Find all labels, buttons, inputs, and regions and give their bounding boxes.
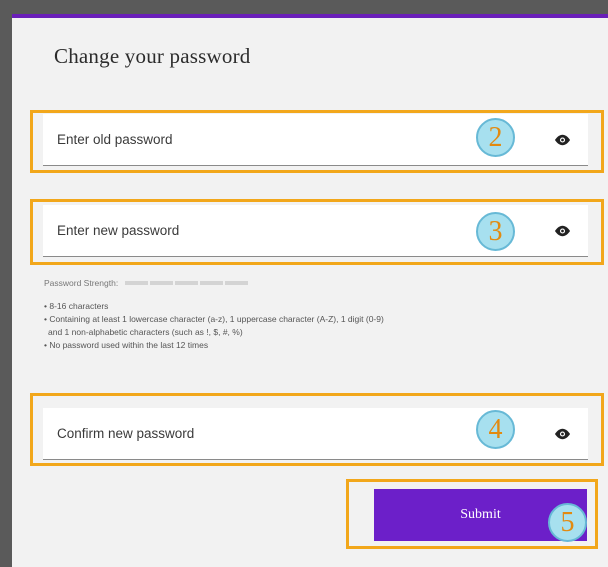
top-accent-bar [12, 14, 608, 18]
eye-icon[interactable] [553, 134, 572, 146]
password-strength-label: Password Strength: [44, 278, 119, 288]
strength-bar [225, 281, 249, 285]
strength-bars [125, 281, 249, 285]
page-title: Change your password [54, 44, 251, 68]
password-strength-meter: Password Strength: [44, 278, 249, 288]
step-badge-2: 2 [476, 118, 515, 157]
rule-history: • No password used within the last 12 ti… [44, 340, 209, 350]
step-badge-5: 5 [548, 503, 587, 542]
rule-characters-continued: and 1 non-alphabetic characters (such as… [48, 327, 243, 337]
eye-icon[interactable] [553, 225, 572, 237]
new-password-placeholder: Enter new password [57, 223, 180, 238]
step-badge-3: 3 [476, 212, 515, 251]
strength-bar [125, 281, 149, 285]
strength-bar [200, 281, 224, 285]
eye-icon[interactable] [553, 428, 572, 440]
rule-length: • 8-16 characters [44, 301, 109, 311]
password-rules: • 8-16 characters • Containing at least … [44, 300, 384, 352]
strength-bar [150, 281, 174, 285]
strength-bar [175, 281, 199, 285]
rule-characters: • Containing at least 1 lowercase charac… [44, 314, 384, 324]
change-password-card [12, 14, 608, 567]
confirm-password-placeholder: Confirm new password [57, 426, 195, 441]
old-password-placeholder: Enter old password [57, 132, 173, 147]
step-badge-4: 4 [476, 410, 515, 449]
